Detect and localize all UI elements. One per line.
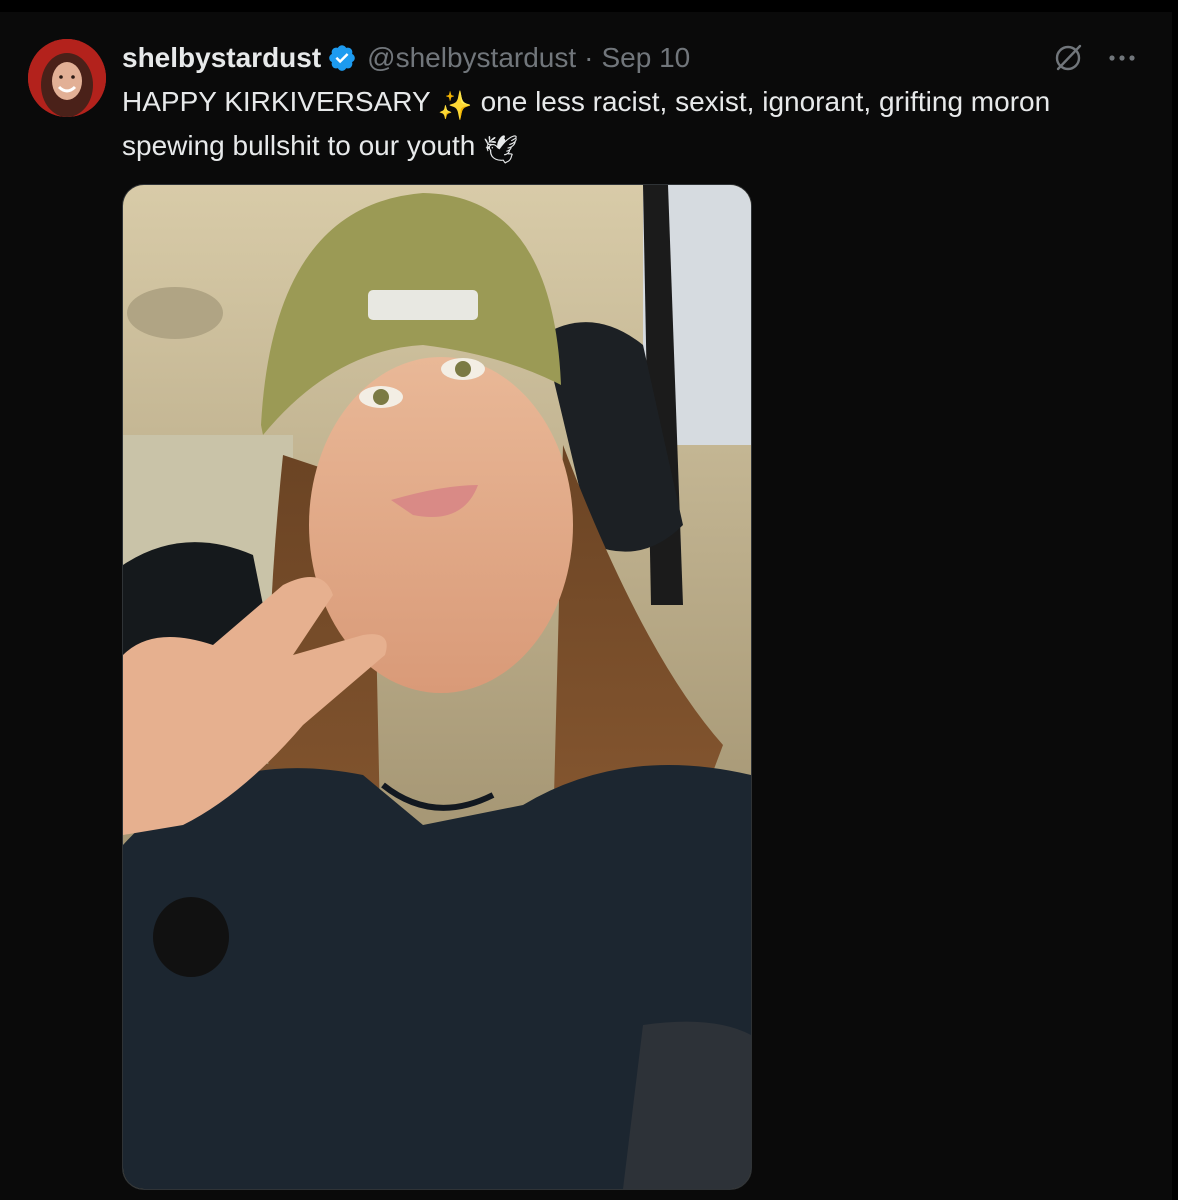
- user-handle[interactable]: @shelbystardust: [367, 40, 576, 76]
- photo-illustration: [123, 185, 751, 1189]
- tweet-media-photo[interactable]: [122, 184, 752, 1190]
- dove-emoji: 🕊: [483, 134, 519, 165]
- grok-icon[interactable]: [1052, 42, 1084, 74]
- separator-dot: ·: [584, 42, 594, 73]
- sparkles-emoji: ✨: [437, 90, 473, 121]
- tweet-date[interactable]: Sep 10: [601, 40, 690, 76]
- more-icon[interactable]: [1104, 42, 1140, 74]
- avatar[interactable]: [28, 39, 106, 117]
- right-edge: [1172, 0, 1178, 1200]
- verified-badge-icon[interactable]: [327, 43, 357, 73]
- tweet-text-part1: HAPPY KIRKIVERSARY: [122, 86, 438, 117]
- tweet-text: HAPPY KIRKIVERSARY ✨ one less racist, se…: [122, 82, 1132, 170]
- tweet-card[interactable]: shelbystardust @shelbystardust · Sep 10 …: [0, 12, 1172, 1200]
- top-divider: [0, 0, 1178, 12]
- display-name[interactable]: shelbystardust: [122, 40, 321, 76]
- tweet-header: shelbystardust @shelbystardust · Sep 10: [122, 40, 690, 76]
